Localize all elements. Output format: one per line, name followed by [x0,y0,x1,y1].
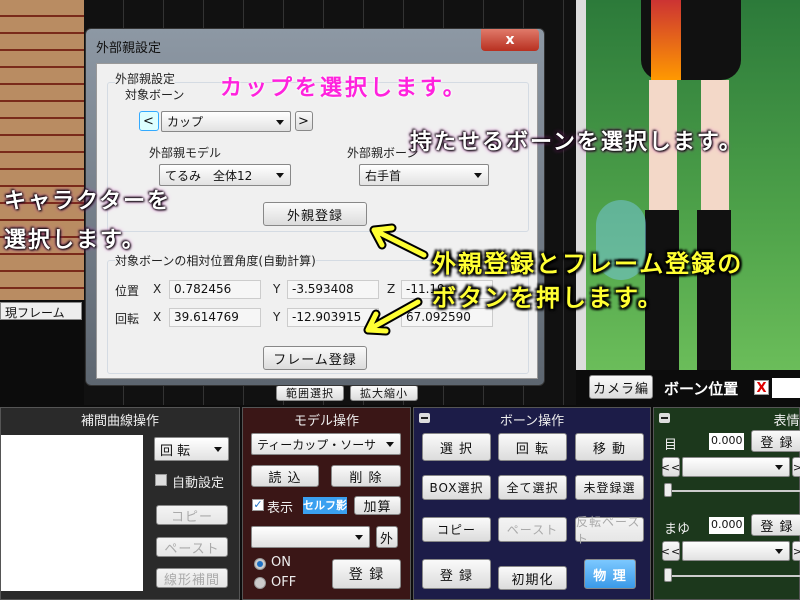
annotation-arrows [363,223,429,336]
